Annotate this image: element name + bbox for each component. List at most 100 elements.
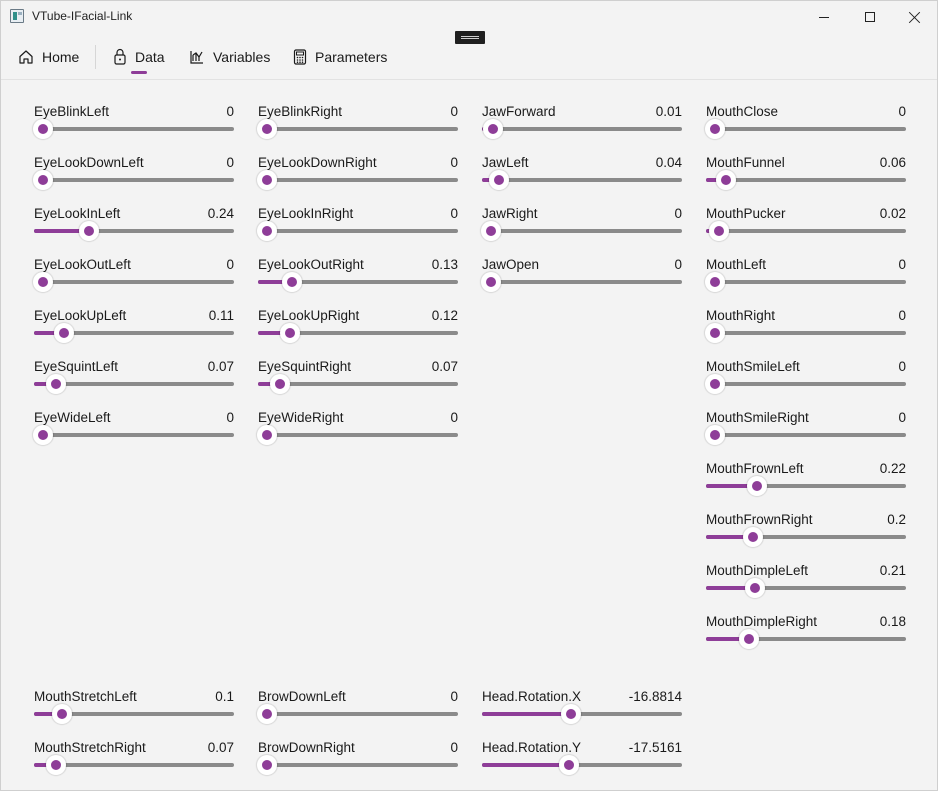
slider-track[interactable]: [258, 272, 458, 292]
slider-track[interactable]: [258, 374, 458, 394]
slider-track[interactable]: [706, 221, 906, 241]
slider-track[interactable]: [706, 578, 906, 598]
slider-thumb[interactable]: [257, 170, 277, 190]
slider-value: 0: [898, 410, 906, 425]
slider-thumb[interactable]: [46, 755, 67, 775]
slider-thumb[interactable]: [747, 476, 768, 496]
slider-value: 0: [226, 155, 234, 170]
slider-eyelookupleft: EyeLookUpLeft 0.11: [34, 308, 234, 348]
slider-thumb[interactable]: [745, 578, 766, 598]
slider-track[interactable]: [705, 425, 906, 445]
slider-thumb[interactable]: [78, 221, 99, 241]
slider-thumb[interactable]: [33, 425, 53, 445]
slider-track[interactable]: [706, 170, 906, 190]
slider-track[interactable]: [705, 119, 906, 139]
slider-thumb[interactable]: [52, 704, 73, 724]
header-divider: [1, 79, 937, 80]
slider-thumb[interactable]: [482, 119, 503, 139]
slider-track[interactable]: [482, 170, 682, 190]
slider-thumb[interactable]: [257, 425, 277, 445]
slider-value: 0.01: [655, 104, 682, 119]
slider-track[interactable]: [33, 272, 234, 292]
slider-thumb[interactable]: [46, 374, 67, 394]
title-bar[interactable]: VTube-IFacial-Link: [1, 1, 938, 44]
close-button[interactable]: [892, 1, 938, 33]
slider-value: 0.13: [431, 257, 458, 272]
app-icon: [10, 9, 24, 23]
slider-track[interactable]: [257, 170, 458, 190]
slider-thumb[interactable]: [257, 119, 277, 139]
slider-track[interactable]: [34, 704, 234, 724]
nav-variables[interactable]: Variables: [189, 41, 270, 73]
nav-home[interactable]: Home: [18, 41, 79, 73]
slider-mouthright: MouthRight 0: [705, 308, 906, 348]
slider-track[interactable]: [481, 221, 682, 241]
slider-track[interactable]: [33, 119, 234, 139]
slider-fill: [482, 712, 572, 716]
slider-thumb[interactable]: [33, 170, 53, 190]
slider-eyelookdownleft: EyeLookDownLeft 0: [33, 155, 234, 195]
slider-thumb[interactable]: [705, 272, 725, 292]
slider-thumb[interactable]: [481, 272, 501, 292]
slider-thumb[interactable]: [561, 704, 582, 724]
slider-thumb[interactable]: [743, 527, 764, 547]
slider-track[interactable]: [705, 272, 906, 292]
slider-thumb[interactable]: [281, 272, 302, 292]
slider-track[interactable]: [257, 755, 458, 775]
slider-value: 0.11: [208, 308, 234, 323]
slider-thumb[interactable]: [705, 323, 725, 343]
slider-thumb[interactable]: [33, 272, 53, 292]
slider-track[interactable]: [257, 704, 458, 724]
slider-track[interactable]: [258, 323, 458, 343]
slider-thumb[interactable]: [33, 119, 53, 139]
slider-thumb[interactable]: [708, 221, 729, 241]
slider-track[interactable]: [33, 170, 234, 190]
slider-track[interactable]: [34, 221, 234, 241]
slider-thumb[interactable]: [488, 170, 509, 190]
slider-thumb[interactable]: [257, 221, 277, 241]
slider-thumb[interactable]: [705, 119, 725, 139]
slider-thumb[interactable]: [54, 323, 74, 343]
slider-track[interactable]: [257, 119, 458, 139]
slider-thumb[interactable]: [739, 629, 760, 649]
slider-track[interactable]: [705, 374, 906, 394]
nav-parameters[interactable]: Parameters: [293, 41, 387, 73]
slider-track[interactable]: [706, 527, 906, 547]
maximize-button[interactable]: [847, 1, 893, 33]
home-icon: [19, 50, 33, 64]
slider-track[interactable]: [482, 119, 682, 139]
slider-track[interactable]: [257, 425, 458, 445]
slider-label: BrowDownLeft: [258, 689, 346, 704]
slider-value: 0: [226, 104, 234, 119]
slider-thumb[interactable]: [257, 704, 277, 724]
slider-value: 0: [450, 155, 458, 170]
slider-track[interactable]: [34, 374, 234, 394]
slider-thumb[interactable]: [481, 221, 501, 241]
slider-track[interactable]: [33, 425, 234, 445]
slider-track[interactable]: [482, 755, 682, 775]
slider-track[interactable]: [705, 323, 906, 343]
slider-thumb[interactable]: [270, 374, 291, 394]
slider-thumb[interactable]: [705, 374, 725, 394]
slider-thumb[interactable]: [716, 170, 737, 190]
slider-value: 0.06: [879, 155, 906, 170]
slider-track[interactable]: [706, 629, 906, 649]
slider-value: 0: [226, 410, 234, 425]
slider-label: MouthSmileRight: [706, 410, 809, 425]
slider-thumb[interactable]: [257, 755, 277, 775]
slider-thumb[interactable]: [279, 323, 300, 343]
slider-track[interactable]: [481, 272, 682, 292]
minimize-button[interactable]: [801, 1, 847, 33]
slider-track[interactable]: [257, 221, 458, 241]
slider-track[interactable]: [34, 755, 234, 775]
slider-label: MouthStretchLeft: [34, 689, 137, 704]
slider-thumb[interactable]: [705, 425, 725, 445]
slider-thumb[interactable]: [559, 755, 580, 775]
nav-data[interactable]: Data: [113, 41, 165, 73]
slider-mouthstretchright: MouthStretchRight 0.07: [34, 740, 234, 780]
slider-mouthdimpleleft: MouthDimpleLeft 0.21: [706, 563, 906, 603]
slider-track[interactable]: [706, 476, 906, 496]
slider-label: EyeWideLeft: [34, 410, 111, 425]
slider-track[interactable]: [482, 704, 682, 724]
slider-track[interactable]: [34, 323, 234, 343]
